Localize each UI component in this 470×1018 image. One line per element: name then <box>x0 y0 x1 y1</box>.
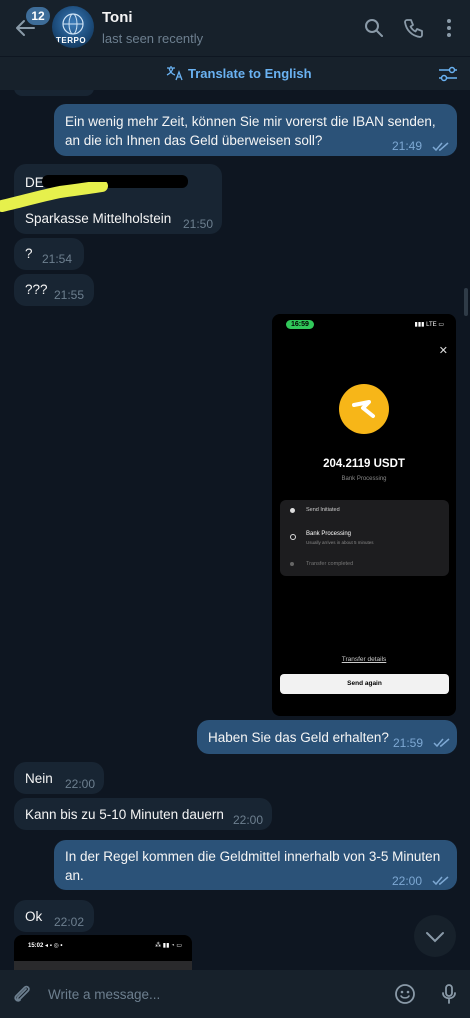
message-bubble-incoming[interactable]: ??? 21:55 <box>14 274 94 306</box>
transfer-details-link: Transfer details <box>341 656 387 663</box>
step-label: Bank Processing <box>306 531 352 537</box>
attach-icon[interactable] <box>10 982 34 1006</box>
close-icon: ✕ <box>438 345 448 357</box>
message-input[interactable] <box>48 982 378 1006</box>
step-sublabel: Usually arrives in about 5 minutes <box>306 540 374 545</box>
message-bubble-incoming[interactable]: ? 21:54 <box>14 238 84 270</box>
contact-status: last seen recently <box>102 31 204 46</box>
message-time: 21:59 <box>393 736 424 750</box>
step-label: Transfer completed <box>306 561 354 567</box>
status-time: 16:59 <box>286 320 314 329</box>
chevron-down-icon <box>426 932 444 943</box>
translate-button[interactable]: Translate to English <box>166 65 312 81</box>
phone-icon[interactable] <box>402 16 426 40</box>
step-label: Send Initiated <box>306 507 340 513</box>
clock-icon <box>290 534 296 540</box>
message-image-screenshot[interactable]: 15:02 ◂ ▪ ◎ • ⁂ ▮▮ ◔ ▭ <box>14 935 192 971</box>
redaction-scribble <box>0 182 108 212</box>
translate-icon <box>166 66 183 81</box>
avatar-text: TERPO <box>56 36 87 45</box>
message-text: ??? <box>25 282 48 297</box>
send-again-button: Send again <box>280 674 449 694</box>
message-time: 21:54 <box>42 252 73 266</box>
avatar[interactable]: TERPO <box>52 6 94 48</box>
message-time: 22:00 <box>65 777 96 791</box>
message-text: Ok <box>25 909 43 924</box>
chat-header: 12 TERPO Toni last seen recently <box>0 0 470 56</box>
double-check-icon <box>433 738 450 748</box>
message-text: Nein <box>25 771 53 786</box>
transfer-status: Bank Processing <box>341 476 387 482</box>
message-bubble-outgoing[interactable]: Ein wenig mehr Zeit, können Sie mir vore… <box>54 104 457 156</box>
unread-badge: 12 <box>26 7 50 25</box>
settings-sliders-icon[interactable] <box>438 65 458 83</box>
message-bubble-outgoing[interactable]: In der Regel kommen die Geldmittel inner… <box>54 840 457 890</box>
double-check-icon <box>432 876 449 886</box>
message-bubble-incoming[interactable]: Ok 22:02 <box>14 900 94 932</box>
message-text-bank: Sparkasse Mittelholstein <box>25 211 172 226</box>
message-bubble-outgoing[interactable]: Haben Sie das Geld erhalten? 21:59 <box>197 720 457 754</box>
more-vertical-icon[interactable] <box>437 16 461 40</box>
translate-label: Translate to English <box>188 65 312 81</box>
message-bubble-incoming[interactable]: Nein 22:00 <box>14 762 104 794</box>
message-text: Haben Sie das Geld erhalten? <box>208 730 389 745</box>
message-image-screenshot[interactable]: 16:59 ▮▮▮ LTE ▭ ✕ 204.2119 USDT Bank Pro… <box>272 314 456 716</box>
message-text: ? <box>25 246 33 261</box>
status-time: 15:02 ◂ ▪ ◎ • <box>28 943 63 949</box>
transfer-steps: Send Initiated Bank Processing Usually a… <box>280 500 449 576</box>
message-time: 21:49 <box>392 139 423 153</box>
translate-bar: Translate to English <box>0 56 470 90</box>
transfer-amount: 204.2119 USDT <box>323 458 405 470</box>
message-time: 22:00 <box>233 813 264 827</box>
compose-bar <box>0 970 470 1018</box>
search-icon[interactable] <box>362 16 386 40</box>
message-bubble-incoming[interactable]: Kann bis zu 5-10 Minuten dauern 22:00 <box>14 798 272 830</box>
coin-icon <box>339 384 389 434</box>
scroll-down-button[interactable] <box>414 915 456 957</box>
status-right: ▮▮▮ LTE ▭ <box>414 322 444 328</box>
contact-name[interactable]: Toni <box>102 9 133 26</box>
message-time: 22:00 <box>392 874 423 888</box>
message-time: 21:55 <box>54 288 85 302</box>
message-text: Kann bis zu 5-10 Minuten dauern <box>25 807 224 822</box>
scrollbar[interactable] <box>464 288 468 316</box>
step-dot <box>290 508 295 513</box>
message-time: 22:02 <box>54 915 85 929</box>
microphone-icon[interactable] <box>437 982 461 1006</box>
double-check-icon <box>432 142 449 152</box>
emoji-icon[interactable] <box>393 982 417 1006</box>
status-icons: ⁂ ▮▮ ◔ ▭ <box>155 943 182 949</box>
step-dot <box>290 562 294 566</box>
message-bubble-incoming[interactable]: DE Sparkasse Mittelholstein 21:50 <box>0 164 222 234</box>
message-time: 21:50 <box>183 217 214 231</box>
